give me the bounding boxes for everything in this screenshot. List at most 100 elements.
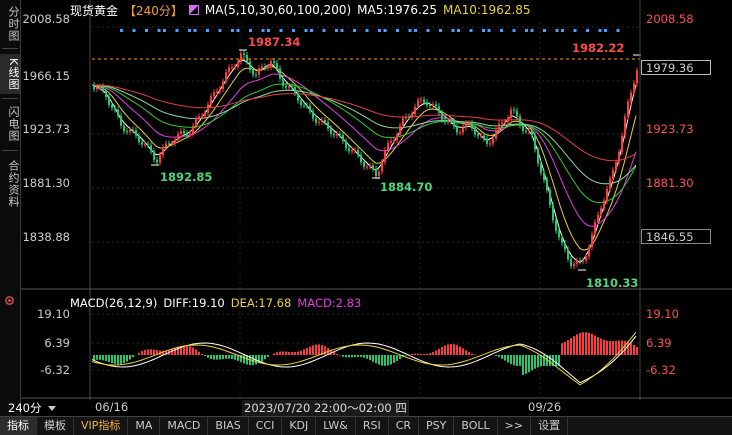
tab-template[interactable]: 模板 bbox=[37, 417, 74, 435]
candle-body bbox=[393, 140, 395, 141]
candle-body bbox=[177, 134, 179, 140]
macd-bar bbox=[357, 355, 359, 357]
ma-settings-icon[interactable] bbox=[189, 5, 199, 15]
macd-bar bbox=[105, 355, 107, 361]
tab-boll[interactable]: BOLL bbox=[454, 417, 497, 435]
signal-dot bbox=[120, 29, 123, 32]
low-annotation: 1810.33 bbox=[586, 276, 638, 290]
macd-bar bbox=[288, 352, 290, 355]
candle-body bbox=[147, 144, 149, 145]
signal-dot bbox=[543, 29, 546, 32]
crosshair-price-box: 1846.55 bbox=[641, 229, 711, 244]
candle-body bbox=[174, 140, 176, 144]
signal-dot bbox=[341, 29, 344, 32]
macd-bar bbox=[420, 354, 422, 355]
indicator-settings-icon[interactable] bbox=[4, 295, 15, 306]
price-label-left: 1966.15 bbox=[2, 69, 70, 83]
candle-body bbox=[399, 126, 401, 135]
macd-bar bbox=[549, 355, 551, 366]
low-annotation: 1892.85 bbox=[160, 170, 212, 184]
macd-bar bbox=[207, 355, 209, 358]
macd-dea: DEA:17.68 bbox=[231, 296, 292, 310]
candle-body bbox=[543, 172, 545, 180]
macd-bar bbox=[465, 350, 467, 355]
period-selector[interactable]: 240分 bbox=[0, 401, 66, 415]
candle-body bbox=[585, 256, 587, 260]
candle-body bbox=[396, 135, 398, 140]
macd-label-right: 6.39 bbox=[646, 336, 672, 350]
candle-body bbox=[516, 111, 518, 117]
macd-bar bbox=[210, 355, 212, 359]
candle-body bbox=[456, 126, 458, 132]
signal-dot bbox=[194, 29, 197, 32]
candle-body bbox=[168, 144, 170, 145]
period-label[interactable]: 【240分】 bbox=[124, 2, 183, 19]
macd-bar bbox=[126, 355, 128, 361]
candle-body bbox=[276, 63, 278, 68]
macd-bar bbox=[519, 355, 521, 366]
tab-indicators[interactable]: 指标 bbox=[0, 417, 37, 435]
candle-body bbox=[279, 68, 281, 78]
candle-body bbox=[231, 67, 233, 68]
candle-body bbox=[150, 145, 152, 151]
candle-body bbox=[219, 89, 221, 91]
candle-body bbox=[363, 162, 365, 167]
macd-bar bbox=[306, 348, 308, 355]
high-annotation: 1987.34 bbox=[248, 35, 300, 49]
macd-bar bbox=[129, 355, 131, 359]
tab-cci[interactable]: CCI bbox=[249, 417, 283, 435]
candle-body bbox=[306, 105, 308, 106]
candle-body bbox=[123, 126, 125, 131]
macd-bar bbox=[291, 352, 293, 355]
signal-dot bbox=[280, 29, 283, 32]
tab-lwr[interactable]: LW& bbox=[316, 417, 356, 435]
tab-vip-indicators[interactable]: VIP指标 bbox=[74, 417, 128, 435]
crosshair-time-label: 2023/07/20 22:00～02:00 四 bbox=[242, 400, 409, 416]
chart-header: 现货黄金 【240分】 MA(5,10,30,60,100,200) MA5:1… bbox=[70, 2, 531, 18]
candle-body bbox=[258, 68, 260, 75]
tab-ma[interactable]: MA bbox=[128, 417, 160, 435]
candle-body bbox=[342, 135, 344, 141]
candle-body bbox=[573, 264, 575, 266]
macd-bar bbox=[369, 355, 371, 360]
macd-bar bbox=[432, 352, 434, 355]
candle-body bbox=[618, 152, 620, 163]
macd-bar bbox=[585, 332, 587, 355]
macd-bar bbox=[339, 355, 341, 356]
candle-body bbox=[93, 85, 95, 89]
macd-params: MACD(26,12,9) bbox=[70, 296, 157, 310]
tab-macd[interactable]: MACD bbox=[160, 417, 208, 435]
candle-body bbox=[531, 130, 533, 135]
tab-settings[interactable]: 设置 bbox=[531, 417, 568, 435]
tab-rsi[interactable]: RSI bbox=[356, 417, 389, 435]
macd-bar bbox=[426, 354, 428, 355]
tab-psy[interactable]: PSY bbox=[419, 417, 454, 435]
macd-bar bbox=[342, 355, 344, 357]
candle-body bbox=[252, 70, 254, 75]
signal-dot bbox=[219, 29, 222, 32]
chart-grid bbox=[92, 22, 640, 398]
candle-body bbox=[282, 78, 284, 85]
candle-body bbox=[384, 150, 386, 162]
candle-body bbox=[381, 162, 383, 171]
macd-bar bbox=[450, 344, 452, 355]
kline-chart[interactable] bbox=[0, 0, 732, 434]
tab-more[interactable]: >> bbox=[498, 417, 531, 435]
candle-body bbox=[216, 91, 218, 92]
candle-body bbox=[144, 144, 146, 145]
signal-dot bbox=[513, 29, 516, 32]
candle-body bbox=[528, 130, 530, 131]
macd-bar bbox=[405, 355, 407, 356]
tab-bias[interactable]: BIAS bbox=[208, 417, 248, 435]
macd-bar bbox=[381, 355, 383, 366]
candle-body bbox=[570, 259, 572, 266]
macd-bar bbox=[114, 355, 116, 364]
macd-label-left: -6.32 bbox=[2, 363, 70, 377]
candle-body bbox=[378, 171, 380, 176]
signal-dot bbox=[353, 29, 356, 32]
tab-kdj[interactable]: KDJ bbox=[282, 417, 316, 435]
macd-bar bbox=[186, 345, 188, 355]
candle-body bbox=[594, 222, 596, 234]
macd-bar bbox=[303, 349, 305, 355]
tab-cr[interactable]: CR bbox=[389, 417, 419, 435]
